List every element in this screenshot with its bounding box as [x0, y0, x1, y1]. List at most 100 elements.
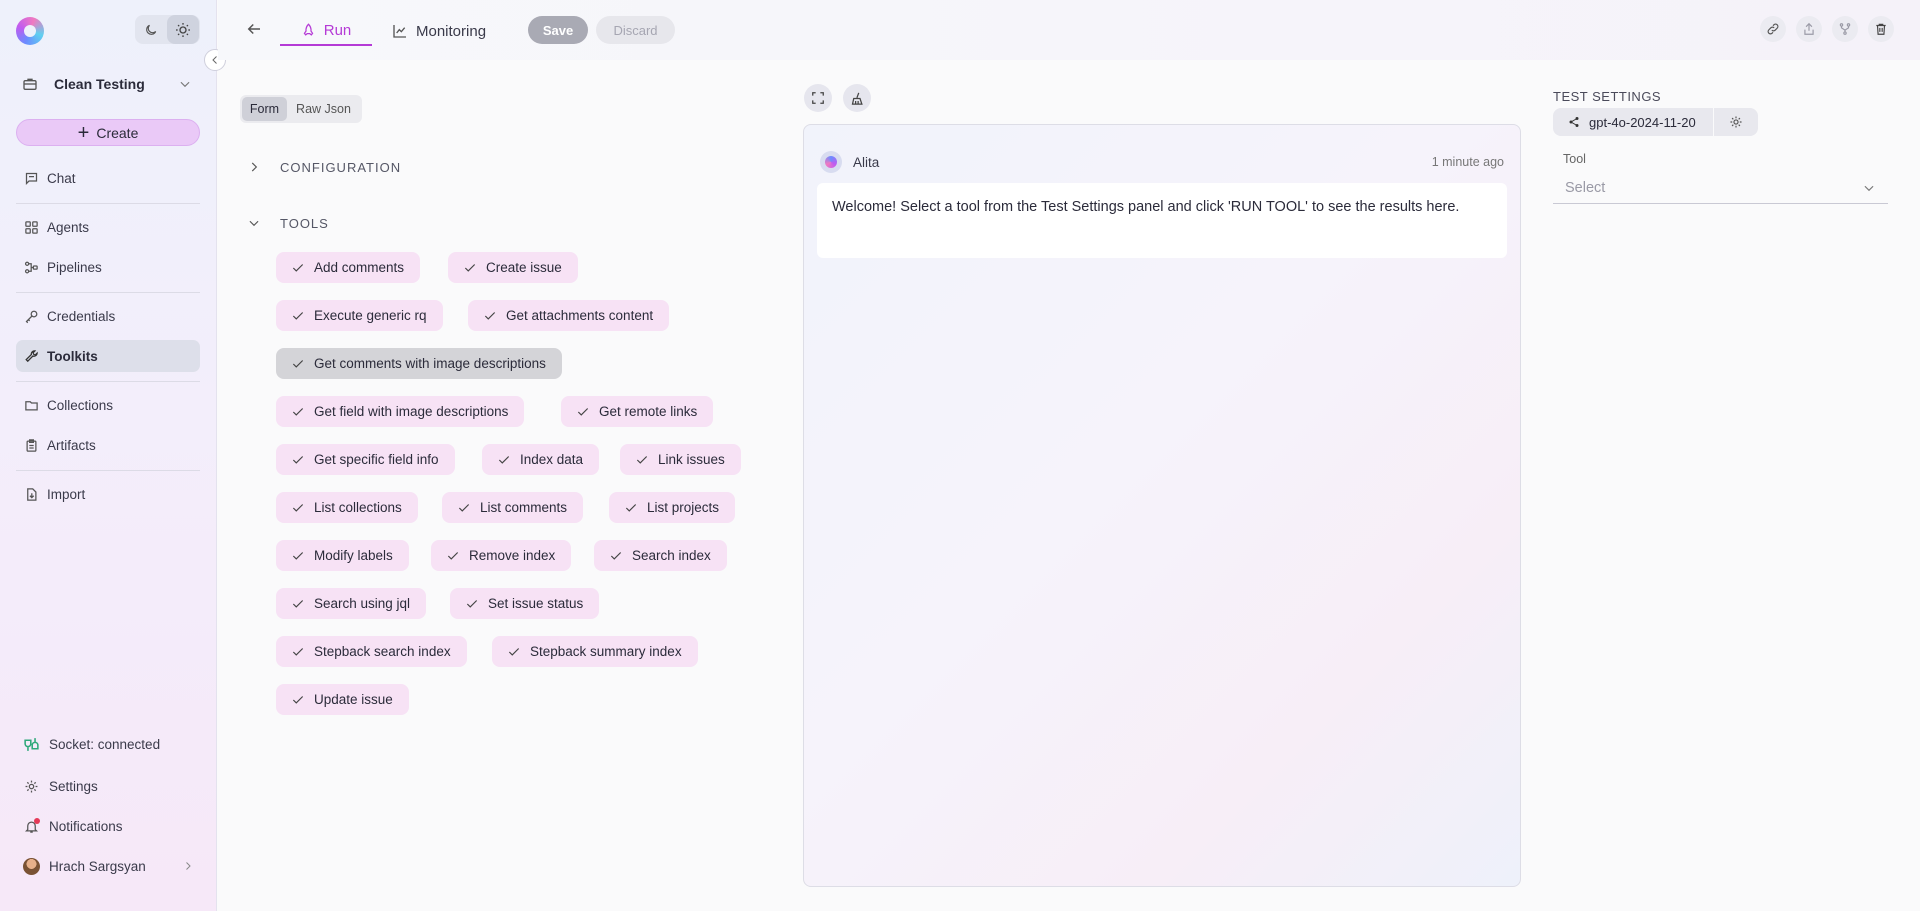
- mode-form[interactable]: Form: [242, 97, 287, 121]
- project-selector[interactable]: Clean Testing: [16, 70, 196, 98]
- create-button[interactable]: + Create: [16, 119, 200, 146]
- check-icon: [608, 548, 624, 564]
- trash-icon: [1876, 23, 1886, 35]
- avatar: [23, 857, 40, 875]
- socket-status: Socket: connected: [16, 729, 200, 759]
- broom-icon: [851, 92, 863, 105]
- tool-chip[interactable]: Set issue status: [450, 588, 600, 619]
- sidebar-item-import[interactable]: Import: [16, 478, 200, 510]
- check-icon: [290, 356, 306, 372]
- grid-icon: [23, 219, 39, 235]
- tab-monitoring-label: Monitoring: [416, 22, 487, 40]
- sidebar-item-collections[interactable]: Collections: [16, 389, 200, 421]
- chevron-right-icon: [246, 159, 262, 175]
- tool-chip-label: Search using jql: [314, 596, 411, 611]
- model-selector[interactable]: gpt-4o-2024-11-20: [1553, 108, 1713, 136]
- chevron-down-icon: [246, 215, 262, 231]
- fork-button[interactable]: [1832, 16, 1858, 42]
- sidebar-item-pipelines[interactable]: Pipelines: [16, 251, 200, 283]
- check-icon: [462, 260, 478, 276]
- tool-chip[interactable]: Index data: [482, 444, 600, 475]
- tool-chip-label: Set issue status: [488, 596, 584, 611]
- socket-status-label: Socket: connected: [49, 736, 161, 752]
- tool-chip-label: Get comments with image descriptions: [314, 356, 546, 371]
- theme-toggle[interactable]: [135, 15, 200, 44]
- tool-chip[interactable]: Modify labels: [276, 540, 409, 571]
- tool-chip[interactable]: Execute generic rq: [276, 300, 443, 331]
- socket-icon: [23, 736, 40, 753]
- plus-icon: +: [77, 121, 90, 144]
- share-nodes-icon: [1568, 116, 1580, 128]
- tool-chip[interactable]: Get specific field info: [276, 444, 455, 475]
- sidebar-item-label: Import: [47, 486, 86, 502]
- sidebar: Clean Testing + Create Chat Agents Pipel…: [0, 0, 217, 911]
- tool-chip[interactable]: List collections: [276, 492, 418, 523]
- tool-chip-label: List comments: [480, 500, 568, 515]
- import-icon: [23, 486, 39, 502]
- clear-chat-button[interactable]: [843, 84, 871, 112]
- delete-button[interactable]: [1868, 16, 1894, 42]
- chat-icon: [23, 170, 39, 186]
- tool-chip-label: Remove index: [469, 548, 556, 563]
- fullscreen-button[interactable]: [804, 84, 832, 112]
- user-name: Hrach Sargsyan: [49, 858, 146, 874]
- tool-chip[interactable]: List comments: [442, 492, 584, 523]
- tool-chip-label: Stepback search index: [314, 644, 451, 659]
- wrench-icon: [23, 348, 39, 364]
- check-icon: [290, 260, 306, 276]
- pipeline-icon: [23, 259, 39, 275]
- sidebar-item-chat[interactable]: Chat: [16, 162, 200, 194]
- sidebar-item-label: Credentials: [47, 308, 116, 324]
- tool-chip[interactable]: Create issue: [448, 252, 578, 283]
- tool-chip[interactable]: Get field with image descriptions: [276, 396, 525, 427]
- copy-link-button[interactable]: [1760, 16, 1786, 42]
- tool-chip[interactable]: Get comments with image descriptions: [276, 348, 562, 379]
- settings-link[interactable]: Settings: [16, 771, 200, 801]
- configuration-section-toggle[interactable]: CONFIGURATION: [246, 156, 401, 178]
- tab-run[interactable]: Run: [280, 17, 372, 46]
- tool-chip-label: List projects: [647, 500, 720, 515]
- tool-chip[interactable]: Stepback search index: [276, 636, 467, 667]
- tool-chip-label: Get attachments content: [506, 308, 654, 323]
- notifications-link[interactable]: Notifications: [16, 811, 200, 841]
- tool-chip[interactable]: Remove index: [431, 540, 572, 571]
- app-logo[interactable]: [16, 17, 44, 45]
- dark-mode-button[interactable]: [135, 15, 167, 44]
- sidebar-item-credentials[interactable]: Credentials: [16, 300, 200, 332]
- save-button[interactable]: Save: [528, 16, 588, 44]
- tool-chip-label: Get remote links: [599, 404, 698, 419]
- tool-chip[interactable]: Stepback summary index: [492, 636, 698, 667]
- light-mode-button[interactable]: [167, 15, 199, 44]
- user-menu[interactable]: Hrach Sargsyan: [16, 851, 200, 881]
- tool-chip[interactable]: Add comments: [276, 252, 421, 283]
- fork-icon: [1839, 23, 1851, 35]
- tab-monitoring[interactable]: Monitoring: [392, 17, 486, 45]
- tool-chip[interactable]: Update issue: [276, 684, 409, 715]
- tool-chip[interactable]: Search using jql: [276, 588, 427, 619]
- discard-button[interactable]: Discard: [596, 16, 675, 44]
- sidebar-item-agents[interactable]: Agents: [16, 211, 200, 243]
- sidebar-item-artifacts[interactable]: Artifacts: [16, 429, 200, 461]
- tool-chip-label: List collections: [314, 500, 402, 515]
- tool-chip[interactable]: Search index: [594, 540, 727, 571]
- tool-chip-label: Link issues: [658, 452, 725, 467]
- sidebar-item-label: Toolkits: [47, 348, 98, 364]
- model-settings-button[interactable]: [1714, 108, 1758, 136]
- tools-section-toggle[interactable]: TOOLS: [246, 212, 329, 234]
- back-button[interactable]: [244, 19, 264, 39]
- tool-select[interactable]: Select: [1553, 172, 1888, 204]
- mode-raw-json[interactable]: Raw Json: [287, 97, 360, 121]
- divider: [16, 470, 200, 471]
- tool-chip[interactable]: Get attachments content: [468, 300, 670, 331]
- sidebar-item-toolkits[interactable]: Toolkits: [16, 340, 200, 372]
- notifications-label: Notifications: [49, 818, 123, 834]
- check-icon: [456, 500, 472, 516]
- message-time: 1 minute ago: [1431, 155, 1504, 169]
- message-sender: Alita: [853, 154, 880, 170]
- share-button[interactable]: [1796, 16, 1822, 42]
- tool-chip-label: Create issue: [486, 260, 562, 275]
- check-icon: [290, 404, 306, 420]
- tool-chip[interactable]: Link issues: [620, 444, 741, 475]
- tool-chip[interactable]: List projects: [609, 492, 736, 523]
- tool-chip[interactable]: Get remote links: [561, 396, 714, 427]
